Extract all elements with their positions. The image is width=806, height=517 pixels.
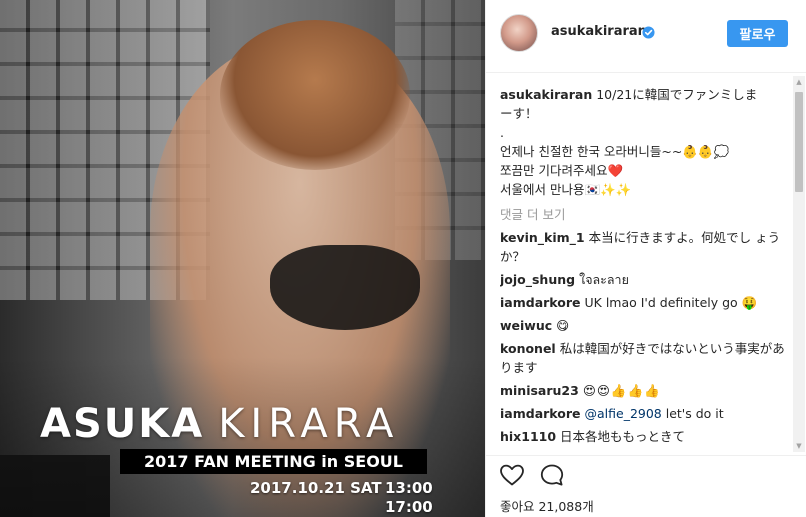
model-hair <box>220 20 410 170</box>
caption: asukakiraran 10/21に韓国でファンミしま ーす！ . 언제나 친절… <box>500 85 790 199</box>
comment-username[interactable]: weiwuc <box>500 318 552 333</box>
poster-times: 13:00 17:00 <box>385 479 435 517</box>
comment-mention-link[interactable]: @alfie_2908 <box>585 406 662 421</box>
comment-text: let's do it <box>661 406 724 421</box>
post-header: asukakiraran 팔로우 <box>486 0 806 73</box>
header-username[interactable]: asukakiraran <box>551 24 647 39</box>
comment-item: weiwuc 😋 <box>500 316 790 335</box>
post-photo[interactable]: ASUKA KIRARA 2017 FAN MEETING in SEOUL 20… <box>0 0 485 517</box>
caption-line: 서울에서 만나용🇰🇷✨✨ <box>500 182 632 197</box>
comment-text: 日本各地ももっときて <box>560 429 686 444</box>
comment-item: jojo_shung ใจละลาย <box>500 270 790 289</box>
scrollbar-thumb[interactable] <box>795 92 803 192</box>
comment-text: UK lmao I'd definitely go 🤑 <box>584 295 758 310</box>
post-actions: 좋아요 21,088개 <box>486 455 806 517</box>
scroll-down-arrow-icon[interactable]: ▼ <box>793 440 805 452</box>
comment-username[interactable]: hix1110 <box>500 429 556 444</box>
avatar[interactable] <box>500 14 538 52</box>
model-outfit <box>270 245 420 330</box>
comment-icon[interactable] <box>539 463 565 487</box>
likes-count[interactable]: 좋아요 21,088개 <box>500 496 594 515</box>
comment-item: iamdarkore @alfie_2908 let's do it <box>500 404 790 423</box>
caption-line: 쪼끔만 기다려주세요❤️ <box>500 163 624 178</box>
caption-line: 언제나 친절한 한국 오라버니들~~👶👶💭 <box>500 144 730 159</box>
caption-line: ーす！ <box>500 106 538 121</box>
comment-item: iamdarkore UK lmao I'd definitely go 🤑 <box>500 293 790 312</box>
poster-title-last: KIRARA <box>218 401 400 447</box>
comment-item: kononel 私は韓国が好きではないという事実があります <box>500 339 790 377</box>
comment-item: minisaru23 😍😍👍👍👍 <box>500 381 790 400</box>
comment-text: 😍😍👍👍👍 <box>582 383 661 398</box>
comment-item: hix1110 日本各地ももっときて <box>500 427 790 446</box>
comment-username[interactable]: kononel <box>500 341 556 356</box>
comment-text: 😋 <box>556 318 570 333</box>
caption-line: . <box>500 125 504 140</box>
load-more-comments-link[interactable]: 댓글 더 보기 <box>500 205 790 224</box>
comment-username[interactable]: iamdarkore <box>500 295 581 310</box>
poster-title-first: ASUKA <box>40 401 205 447</box>
poster-title: ASUKA KIRARA <box>40 401 460 447</box>
poster-banner: 2017 FAN MEETING in SEOUL <box>120 449 427 474</box>
verified-badge-icon <box>642 26 655 39</box>
comment-text: ใจละลาย <box>579 272 629 287</box>
comments-scrollbar[interactable]: ▲ ▼ <box>793 76 805 452</box>
poster-time-1: 13:00 <box>385 479 433 497</box>
comment-username[interactable]: kevin_kim_1 <box>500 230 585 245</box>
heart-icon[interactable] <box>499 463 525 487</box>
poster-date: 2017.10.21 SAT <box>250 479 382 497</box>
comment-username[interactable]: jojo_shung <box>500 272 575 287</box>
post-sidebar: asukakiraran 팔로우 asukakiraran 10/21に韓国でファ… <box>485 0 806 517</box>
poster-time-2: 17:00 <box>385 498 433 516</box>
comment-item: kevin_kim_1 本当に行きますよ。何処でし ょうか？ <box>500 228 790 266</box>
comment-list: asukakiraran 10/21に韓国でファンミしま ーす！ . 언제나 친절… <box>500 85 790 455</box>
comment-username[interactable]: minisaru23 <box>500 383 579 398</box>
comment-username[interactable]: iamdarkore <box>500 406 581 421</box>
scroll-up-arrow-icon[interactable]: ▲ <box>793 76 805 88</box>
caption-username[interactable]: asukakiraran <box>500 87 592 102</box>
follow-button[interactable]: 팔로우 <box>727 20 788 47</box>
caption-line: 10/21に韓国でファンミしま <box>596 87 758 102</box>
